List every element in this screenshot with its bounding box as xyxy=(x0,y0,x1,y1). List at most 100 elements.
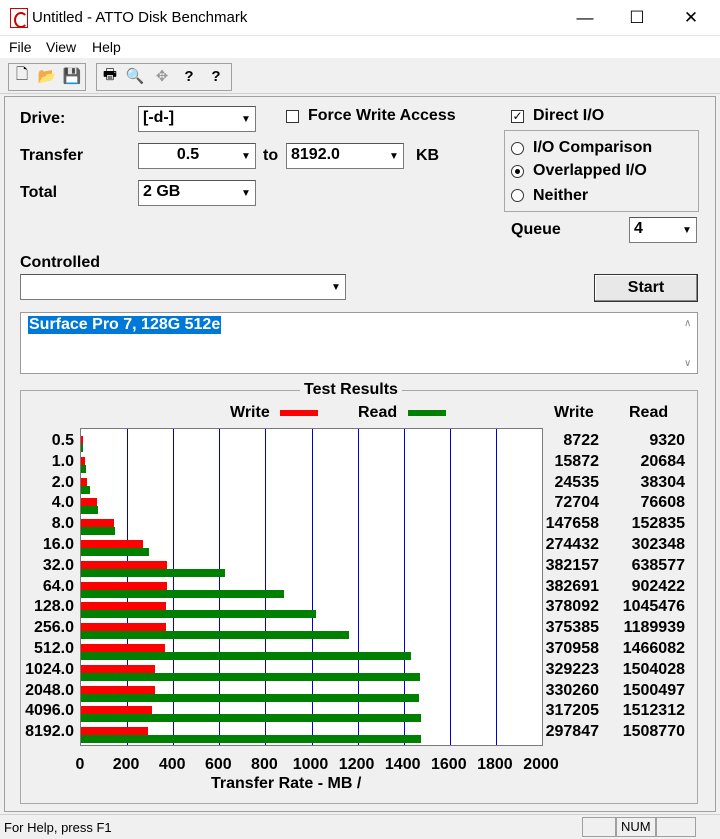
write-bar xyxy=(81,436,83,444)
radio-neither[interactable] xyxy=(511,189,524,202)
write-bar xyxy=(81,498,98,507)
read-bar xyxy=(81,527,116,536)
read-bar xyxy=(81,568,225,577)
write-bar xyxy=(81,560,168,569)
radio-io-comparison[interactable] xyxy=(511,142,524,155)
controlled-select[interactable]: ▼ xyxy=(20,274,346,300)
read-value: 152835 xyxy=(631,515,685,533)
read-value: 1512312 xyxy=(622,702,685,720)
y-tick-label: 1024.0 xyxy=(25,660,74,678)
write-bar xyxy=(81,519,115,528)
y-tick-label: 0.5 xyxy=(51,432,74,449)
controlled-label: Controlled xyxy=(20,254,100,271)
write-bar xyxy=(81,623,166,632)
read-bar xyxy=(81,714,422,723)
status-pane-scrl xyxy=(656,817,696,837)
print-icon[interactable]: 🖶 xyxy=(99,65,121,87)
save-icon[interactable]: 💾 xyxy=(61,65,83,87)
write-bar xyxy=(81,727,149,736)
x-tick-label: 600 xyxy=(204,756,232,773)
write-value: 147658 xyxy=(545,515,599,533)
help-icon[interactable]: ? xyxy=(178,65,200,87)
chevron-down-icon[interactable]: ▼ xyxy=(237,181,255,205)
drive-value: [-d-] xyxy=(143,109,175,126)
read-bar xyxy=(81,506,99,515)
transfer-label: Transfer xyxy=(20,147,84,164)
start-button[interactable]: Start xyxy=(594,274,698,302)
total-label: Total xyxy=(20,184,58,201)
gridline xyxy=(496,429,497,745)
context-help-icon[interactable]: ? xyxy=(205,65,227,87)
read-bar xyxy=(81,735,421,744)
new-file-icon[interactable]: 🗋 xyxy=(11,65,33,87)
total-value: 2 GB xyxy=(143,183,181,200)
direct-io-checkbox[interactable]: ✓ xyxy=(511,110,524,123)
force-write-label: Force Write Access xyxy=(308,107,456,124)
write-value: 72704 xyxy=(554,494,600,512)
menu-view[interactable]: View xyxy=(46,39,76,55)
write-value: 274432 xyxy=(545,536,599,553)
atto-app-icon[interactable] xyxy=(10,8,28,28)
direct-io-label: Direct I/O xyxy=(533,107,605,124)
write-value: 317205 xyxy=(545,702,599,720)
minimize-button[interactable]: — xyxy=(556,0,614,36)
read-value: 1466082 xyxy=(622,640,685,657)
x-tick-label: 200 xyxy=(112,756,140,773)
write-column-header: Write xyxy=(554,404,594,421)
chevron-down-icon[interactable]: ▼ xyxy=(385,144,403,168)
y-tick-label: 32.0 xyxy=(42,556,74,574)
read-column-header: Read xyxy=(629,404,669,421)
description-text: Surface Pro 7, 128G 512e xyxy=(28,316,222,334)
write-bar xyxy=(81,581,168,590)
y-tick-label: 4096.0 xyxy=(25,702,74,720)
chevron-down-icon[interactable]: ▼ xyxy=(237,144,255,168)
read-bar xyxy=(81,631,349,640)
chevron-down-icon[interactable]: ▼ xyxy=(237,107,255,131)
write-value: 24535 xyxy=(554,473,600,491)
y-tick-label: 512.0 xyxy=(33,640,74,657)
drive-select[interactable]: [-d-] ▼ xyxy=(138,106,256,132)
total-select[interactable]: 2 GB ▼ xyxy=(138,180,256,206)
read-value: 9320 xyxy=(649,432,685,449)
write-value: 330260 xyxy=(545,681,599,699)
force-write-checkbox[interactable] xyxy=(286,110,299,123)
x-tick-label: 800 xyxy=(251,756,278,773)
write-bar xyxy=(81,477,87,486)
x-tick-label: 0 xyxy=(75,756,85,773)
transfer-from-value: 0.5 xyxy=(176,146,200,163)
x-axis-label: Transfer Rate - MB / xyxy=(211,775,362,792)
print-preview-icon[interactable]: 🔍 xyxy=(124,65,146,87)
transfer-to-select[interactable]: 8192.0 ▼ xyxy=(286,143,404,169)
menu-help[interactable]: Help xyxy=(92,39,121,55)
write-bar xyxy=(81,706,153,715)
close-button[interactable]: ✕ xyxy=(662,0,720,36)
chevron-down-icon[interactable]: ▼ xyxy=(678,218,696,242)
write-bar xyxy=(81,602,167,611)
status-pane-num: NUM xyxy=(616,817,656,837)
x-tick-label: 1400 xyxy=(384,756,421,773)
transfer-to-value: 8192.0 xyxy=(291,146,340,163)
close-icon: ✕ xyxy=(683,8,699,27)
queue-select[interactable]: 4 ▼ xyxy=(629,217,697,243)
write-value: 378092 xyxy=(545,598,599,616)
read-value: 38304 xyxy=(640,473,686,491)
transfer-from-select[interactable]: 0.5 ▼ xyxy=(138,143,256,169)
radio-overlapped-io[interactable] xyxy=(511,165,524,178)
maximize-button[interactable]: ☐ xyxy=(608,0,666,36)
move-icon[interactable]: ✥ xyxy=(151,65,173,87)
read-bar xyxy=(81,548,150,556)
write-bar xyxy=(81,685,156,694)
scroll-up-icon[interactable]: ∧ xyxy=(684,318,691,329)
chevron-down-icon[interactable]: ▼ xyxy=(327,275,345,299)
y-tick-label: 2.0 xyxy=(51,473,74,491)
scroll-down-icon[interactable]: ∨ xyxy=(684,358,691,369)
y-tick-label: 256.0 xyxy=(33,619,74,637)
write-value: 329223 xyxy=(545,660,599,678)
read-value: 902422 xyxy=(631,577,685,595)
y-tick-label: 8192.0 xyxy=(25,723,74,741)
read-value: 638577 xyxy=(631,556,685,574)
open-folder-icon[interactable]: 📂 xyxy=(36,65,58,87)
overlapped-io-label: Overlapped I/O xyxy=(533,162,647,179)
read-value: 76608 xyxy=(640,494,686,512)
menu-file[interactable]: File xyxy=(9,39,32,55)
